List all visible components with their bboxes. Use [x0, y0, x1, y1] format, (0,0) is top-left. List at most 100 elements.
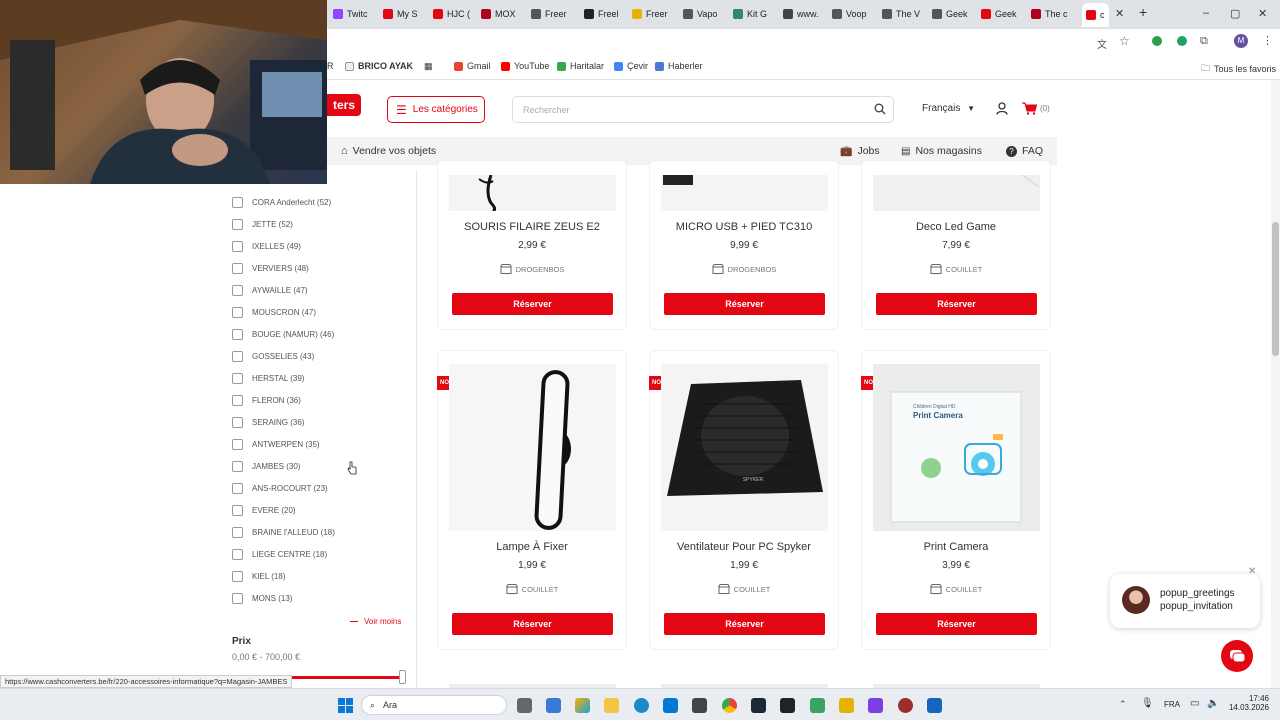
browser-tab[interactable]: Kit G — [733, 5, 767, 23]
reserve-button[interactable]: Réserver — [664, 613, 825, 635]
store-filter-checkbox[interactable] — [232, 284, 243, 296]
profile-avatar[interactable]: M — [1234, 34, 1248, 48]
browser-menu-icon[interactable]: ⋮ — [1262, 34, 1273, 47]
store-filter-checkbox[interactable] — [232, 416, 243, 428]
minimize-icon[interactable]: – — [1203, 7, 1209, 19]
store-filter-checkbox[interactable] — [232, 196, 243, 208]
store-filter-item[interactable]: FLERON (36) — [232, 393, 301, 407]
product-image-microphone[interactable] — [661, 175, 828, 211]
browser-tab[interactable]: Twitc — [333, 5, 368, 23]
bookmark-gmail[interactable]: Gmail — [454, 61, 491, 71]
bookmark-youtube[interactable]: YouTube — [501, 61, 549, 71]
store-filter-item[interactable]: KIEL (18) — [232, 569, 286, 583]
store-filter-item[interactable]: CORA Anderlecht (52) — [232, 195, 331, 209]
calendar-app-icon[interactable] — [546, 698, 561, 713]
extension-vpn-icon[interactable] — [1177, 36, 1187, 46]
jobs-link[interactable]: 💼 Jobs — [840, 145, 880, 157]
browser-tab[interactable]: MOX — [481, 5, 516, 23]
outlook-icon[interactable] — [663, 698, 678, 713]
user-account-icon[interactable] — [996, 102, 1008, 115]
close-tab-icon[interactable]: ✕ — [1115, 7, 1124, 20]
store-filter-item[interactable]: EVERE (20) — [232, 503, 296, 517]
product-title[interactable]: MICRO USB + PIED TC310 — [649, 221, 839, 233]
microphone-icon[interactable]: 🎙 — [1141, 698, 1154, 709]
store-filter-checkbox[interactable] — [232, 526, 243, 538]
store-filter-item[interactable]: JAMBES (30) — [232, 459, 300, 473]
bookmark-news[interactable]: Haberler — [655, 61, 703, 71]
browser-tab[interactable]: Freel — [584, 5, 619, 23]
product-image-mouse[interactable] — [449, 175, 616, 211]
categories-button[interactable]: ☰ Les catégories — [387, 96, 485, 123]
app-icon[interactable] — [868, 698, 883, 713]
stores-link[interactable]: ▤ Nos magasins — [901, 145, 982, 157]
store-filter-checkbox[interactable] — [232, 262, 243, 274]
reserve-button[interactable]: Réserver — [876, 293, 1037, 315]
task-view-icon[interactable] — [517, 698, 532, 713]
browser-tab[interactable]: HJC ( — [433, 5, 470, 23]
chat-greeting-popup[interactable]: popup_greetings popup_invitation — [1110, 574, 1260, 628]
store-filter-item[interactable]: AYWAILLE (47) — [232, 283, 308, 297]
store-filter-item[interactable]: JETTE (52) — [232, 217, 293, 231]
chat-launcher-button[interactable] — [1221, 640, 1253, 672]
browser-tab[interactable]: Geek — [932, 5, 968, 23]
close-popup-icon[interactable]: ✕ — [1248, 566, 1256, 577]
taskbar-clock[interactable]: 17:46 14.03.2026 — [1227, 694, 1269, 712]
product-title[interactable]: Deco Led Game — [861, 221, 1051, 233]
browser-tab[interactable]: Freer — [632, 5, 668, 23]
edge-icon[interactable] — [634, 698, 649, 713]
store-filter-checkbox[interactable] — [232, 240, 243, 252]
chrome-icon[interactable] — [722, 698, 737, 713]
store-filter-item[interactable]: BRAINE l'ALLEUD (18) — [232, 525, 335, 539]
store-filter-item[interactable]: BOUGE (NAMUR) (46) — [232, 327, 334, 341]
browser-tab[interactable]: Vapo — [683, 5, 717, 23]
product-image-lamp[interactable] — [449, 364, 616, 531]
app-icon[interactable] — [927, 698, 942, 713]
tray-chevron-icon[interactable]: ⌃ — [1119, 699, 1127, 710]
store-filter-checkbox[interactable] — [232, 350, 243, 362]
store-filter-checkbox[interactable] — [232, 438, 243, 450]
product-title[interactable]: SOURIS FILAIRE ZEUS E2 — [437, 221, 627, 233]
bookmark-brico-ayak[interactable]: BRICO AYAK — [345, 61, 413, 71]
bookmark-star-icon[interactable]: ☆ — [1119, 34, 1130, 48]
app-icon[interactable] — [898, 698, 913, 713]
store-filter-item[interactable]: ANTWERPEN (35) — [232, 437, 320, 451]
store-filter-item[interactable]: HERSTAL (39) — [232, 371, 304, 385]
store-filter-checkbox[interactable] — [232, 460, 243, 472]
product-image-print-camera[interactable]: Children Digital HD Print Camera — [873, 364, 1040, 531]
browser-tab[interactable]: The V — [882, 5, 920, 23]
translate-icon[interactable]: 文 — [1097, 36, 1107, 51]
browser-tab[interactable]: The c — [1031, 5, 1068, 23]
scrollbar-thumb[interactable] — [1272, 222, 1279, 356]
file-explorer-icon[interactable] — [604, 698, 619, 713]
store-filter-checkbox[interactable] — [232, 504, 243, 516]
store-filter-item[interactable]: ANS-ROCOURT (23) — [232, 481, 328, 495]
browser-tab[interactable]: c — [1082, 3, 1109, 27]
volume-icon[interactable]: 🔈 — [1207, 698, 1219, 709]
cart-icon[interactable] — [1022, 102, 1037, 115]
store-filter-checkbox[interactable] — [232, 570, 243, 582]
extension-drive-icon[interactable] — [1152, 36, 1162, 46]
store-filter-item[interactable]: LIEGE CENTRE (18) — [232, 547, 327, 561]
product-image-laptop-cooler[interactable]: SPYKER — [661, 364, 828, 531]
copilot-icon[interactable] — [575, 698, 590, 713]
app-icon[interactable] — [839, 698, 854, 713]
product-title[interactable]: Lampe À Fixer — [437, 541, 627, 553]
all-bookmarks[interactable]: 🗀 Tous les favoris — [1201, 61, 1276, 77]
product-title[interactable]: Ventilateur Pour PC Spyker — [649, 541, 839, 553]
epic-games-icon[interactable] — [780, 698, 795, 713]
browser-tab[interactable]: Freer — [531, 5, 567, 23]
steam-icon[interactable] — [751, 698, 766, 713]
store-filter-checkbox[interactable] — [232, 394, 243, 406]
windows-start-icon[interactable] — [338, 698, 353, 713]
store-filter-checkbox[interactable] — [232, 218, 243, 230]
bookmark-item[interactable]: R — [327, 61, 334, 71]
close-window-icon[interactable]: ✕ — [1258, 7, 1267, 20]
reserve-button[interactable]: Réserver — [876, 613, 1037, 635]
browser-tab[interactable]: www. — [783, 5, 819, 23]
apps-grid-icon[interactable]: ▦ — [424, 61, 433, 72]
product-title[interactable]: Print Camera — [861, 541, 1051, 553]
store-filter-checkbox[interactable] — [232, 306, 243, 318]
taskbar-search-box[interactable]: ⌕ Ara — [361, 695, 507, 715]
store-filter-checkbox[interactable] — [232, 372, 243, 384]
extensions-puzzle-icon[interactable]: ⧉ — [1200, 35, 1208, 48]
